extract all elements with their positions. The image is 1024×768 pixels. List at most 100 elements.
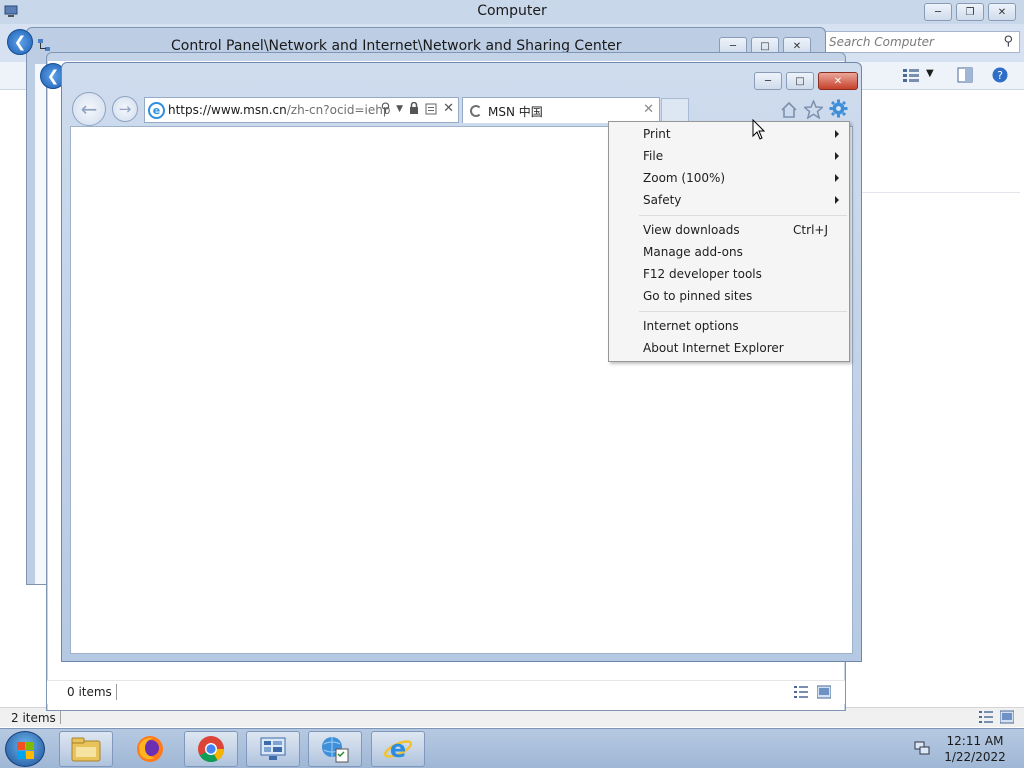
divider: [60, 710, 61, 724]
back-button[interactable]: ←: [72, 92, 106, 126]
submenu-arrow-icon: [835, 152, 839, 160]
forward-button[interactable]: →: [112, 96, 138, 122]
divider: [116, 684, 117, 700]
server-manager-icon: [260, 737, 286, 760]
taskbar-server-manager[interactable]: [246, 731, 300, 767]
svg-text:e: e: [390, 735, 406, 763]
item-count: 2 items: [11, 711, 56, 725]
system-clock[interactable]: 12:11 AM 1/22/2022: [940, 733, 1010, 765]
home-icon[interactable]: [780, 101, 798, 119]
menu-item-label: About Internet Explorer: [643, 341, 784, 355]
stop-icon[interactable]: ✕: [443, 101, 454, 116]
item-count: 0 items: [67, 685, 112, 699]
menu-item-label: F12 developer tools: [643, 267, 762, 281]
large-icons-view-icon[interactable]: [1000, 710, 1014, 724]
taskbar-firefox[interactable]: [123, 731, 177, 767]
details-view-icon[interactable]: [979, 711, 993, 723]
tab-label: MSN 中国: [488, 105, 543, 119]
lock-icon[interactable]: [409, 102, 419, 115]
menu-item-f12-developer-tools[interactable]: F12 developer tools: [610, 263, 848, 285]
preview-pane-icon[interactable]: [957, 67, 973, 83]
favorites-star-icon[interactable]: [804, 100, 823, 119]
back-arrow-icon: ❮: [13, 33, 27, 51]
maximize-button[interactable]: □: [786, 72, 814, 90]
internet-explorer-icon: e: [148, 102, 165, 119]
divider: [862, 192, 1020, 193]
url-host: msn.cn: [243, 103, 287, 117]
url-path: /zh-cn?ocid=iehp: [286, 103, 391, 117]
tools-gear-icon[interactable]: [829, 99, 848, 118]
network-status-icon[interactable]: [914, 740, 930, 756]
taskbar: e 12:11 AM 1/22/2022: [0, 728, 1024, 768]
start-button[interactable]: [5, 731, 45, 767]
internet-explorer-icon: e: [383, 735, 413, 763]
menu-item-label: File: [643, 149, 664, 163]
menu-item-shortcut: Ctrl+J: [793, 223, 828, 237]
back-arrow-icon: ←: [80, 97, 98, 121]
explorer-status-bar: 0 items: [47, 680, 845, 704]
menu-item-label: Manage add-ons: [643, 245, 743, 259]
windows-logo-icon: [17, 742, 34, 759]
change-view-icon[interactable]: [903, 68, 919, 82]
menu-item-go-to-pinned-sites[interactable]: Go to pinned sites: [610, 285, 848, 307]
minimize-icon: ─: [729, 40, 737, 52]
network-settings-icon: [322, 737, 349, 763]
navigation-pane: [0, 90, 28, 707]
taskbar-chrome[interactable]: [184, 731, 238, 767]
close-icon: ✕: [833, 75, 843, 87]
minimize-icon: ─: [934, 6, 942, 18]
menu-separator: [639, 311, 847, 312]
search-icon[interactable]: ⚲: [1003, 34, 1013, 49]
search-icon[interactable]: ⚲: [381, 101, 391, 116]
clock-time: 12:11 AM: [946, 734, 1004, 748]
dropdown-arrow-icon[interactable]: ▼: [396, 101, 403, 116]
restore-icon: ❐: [965, 6, 975, 18]
menu-item-file[interactable]: File: [610, 145, 848, 167]
chrome-icon: [198, 736, 225, 763]
menu-item-view-downloads[interactable]: View downloads Ctrl+J: [610, 219, 848, 241]
large-icons-view-icon[interactable]: [817, 685, 831, 699]
menu-item-label: View downloads: [643, 223, 740, 237]
address-url[interactable]: https://www.msn.cn/zh-cn?ocid=iehp: [168, 103, 390, 117]
menu-item-label: Internet options: [643, 319, 739, 333]
maximize-icon: □: [795, 75, 805, 87]
close-tab-icon[interactable]: ✕: [643, 102, 654, 117]
close-button[interactable]: ✕: [988, 3, 1016, 21]
menu-item-internet-options[interactable]: Internet options: [610, 315, 848, 337]
back-button[interactable]: ❮: [7, 29, 33, 55]
minimize-button[interactable]: ─: [924, 3, 952, 21]
clock-date: 1/22/2022: [944, 750, 1006, 764]
minimize-button[interactable]: ─: [754, 72, 782, 90]
menu-item-manage-add-ons[interactable]: Manage add-ons: [610, 241, 848, 263]
svg-text:?: ?: [997, 69, 1003, 82]
address-bar[interactable]: e https://www.msn.cn/zh-cn?ocid=iehp ⚲ ▼…: [144, 97, 459, 123]
search-input[interactable]: Search Computer ⚲: [825, 31, 1020, 53]
menu-item-label: Print: [643, 127, 671, 141]
minimize-icon: ─: [764, 75, 772, 87]
computer-window-titlebar[interactable]: Computer ─ ❐ ✕: [0, 0, 1024, 24]
taskbar-network-settings[interactable]: [308, 731, 362, 767]
close-button[interactable]: ✕: [818, 72, 858, 90]
menu-item-about-internet-explorer[interactable]: About Internet Explorer: [610, 337, 848, 359]
mouse-cursor-icon: [752, 119, 766, 140]
chevron-down-icon[interactable]: ▼: [926, 68, 934, 79]
taskbar-file-explorer[interactable]: [59, 731, 113, 767]
compatibility-view-icon[interactable]: [425, 102, 437, 115]
help-icon[interactable]: ?: [992, 67, 1008, 83]
details-view-icon[interactable]: [794, 686, 808, 698]
tab-msn[interactable]: MSN 中国 ✕: [462, 97, 660, 123]
search-placeholder: Search Computer: [829, 35, 934, 49]
menu-item-safety[interactable]: Safety: [610, 189, 848, 211]
close-icon: ✕: [997, 6, 1007, 18]
submenu-arrow-icon: [835, 130, 839, 138]
menu-item-zoom[interactable]: Zoom (100%): [610, 167, 848, 189]
taskbar-internet-explorer[interactable]: e: [371, 731, 425, 767]
url-prefix: https://www.: [168, 103, 244, 117]
submenu-arrow-icon: [835, 174, 839, 182]
close-icon: ✕: [792, 40, 802, 52]
menu-separator: [639, 215, 847, 216]
menu-item-print[interactable]: Print: [610, 123, 848, 145]
restore-button[interactable]: ❐: [956, 3, 984, 21]
maximize-icon: □: [760, 40, 770, 52]
new-tab-button[interactable]: [661, 98, 689, 122]
